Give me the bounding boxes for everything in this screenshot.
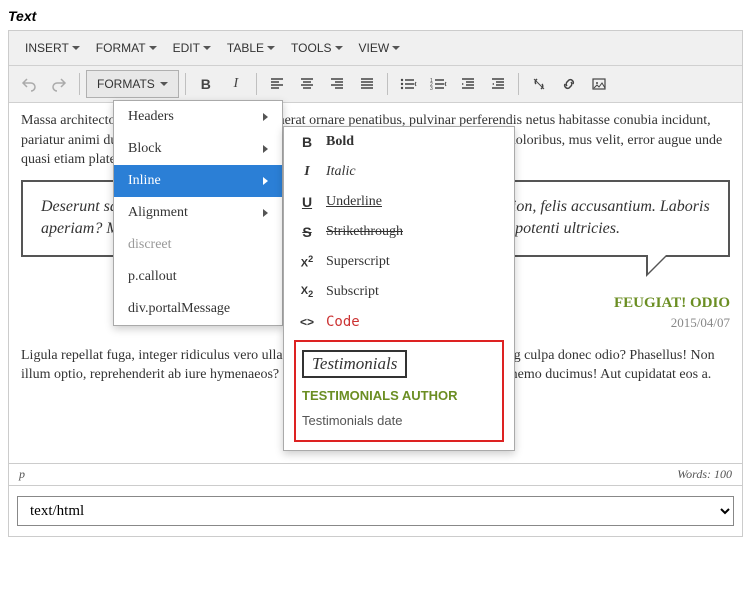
chevron-right-icon bbox=[263, 209, 268, 217]
underline-icon: U bbox=[298, 194, 316, 210]
caret-icon bbox=[335, 46, 343, 50]
unlink-button[interactable] bbox=[525, 70, 553, 98]
item-label: Block bbox=[128, 141, 161, 157]
menu-label: INSERT bbox=[25, 41, 69, 55]
dropdown-item-discreet[interactable]: discreet bbox=[114, 229, 282, 261]
menu-label: FORMAT bbox=[96, 41, 146, 55]
menu-label: TABLE bbox=[227, 41, 264, 55]
toolbar-separator bbox=[256, 73, 257, 95]
submenu-item-bold[interactable]: B Bold bbox=[284, 127, 514, 157]
align-left-button[interactable] bbox=[263, 70, 291, 98]
toolbar-separator bbox=[518, 73, 519, 95]
submenu-item-testimonials-author[interactable]: TESTIMONIALS AUTHOR bbox=[302, 388, 496, 403]
submenu-item-italic[interactable]: I Italic bbox=[284, 157, 514, 187]
submenu-item-superscript[interactable]: X2 Superscript bbox=[284, 247, 514, 277]
undo-button[interactable] bbox=[15, 70, 43, 98]
caret-icon bbox=[203, 46, 211, 50]
caret-icon bbox=[149, 46, 157, 50]
chevron-right-icon bbox=[263, 177, 268, 185]
mime-type-row: text/html bbox=[9, 485, 742, 536]
submenu-item-code[interactable]: <> Code bbox=[284, 307, 514, 337]
bullet-list-button[interactable] bbox=[394, 70, 422, 98]
status-bar: p Words: 100 bbox=[9, 463, 742, 485]
caret-icon bbox=[72, 46, 80, 50]
align-right-button[interactable] bbox=[323, 70, 351, 98]
toolbar: FORMATS B I 123 Headers Block Inline Ali… bbox=[9, 66, 742, 103]
caret-icon bbox=[160, 82, 168, 86]
numbered-list-button[interactable]: 123 bbox=[424, 70, 452, 98]
field-label: Text bbox=[8, 8, 743, 24]
submenu-item-subscript[interactable]: X2 Subscript bbox=[284, 277, 514, 307]
toolbar-separator bbox=[79, 73, 80, 95]
image-button[interactable] bbox=[585, 70, 613, 98]
item-label: Italic bbox=[326, 164, 356, 180]
toolbar-separator bbox=[185, 73, 186, 95]
item-label: Bold bbox=[326, 134, 354, 150]
subscript-icon: X2 bbox=[298, 285, 316, 299]
highlighted-custom-styles: Testimonials TESTIMONIALS AUTHOR Testimo… bbox=[294, 340, 504, 442]
item-label: Underline bbox=[326, 194, 382, 210]
dropdown-item-pcallout[interactable]: p.callout bbox=[114, 261, 282, 293]
dropdown-item-inline[interactable]: Inline bbox=[114, 165, 282, 197]
submenu-item-strikethrough[interactable]: S Strikethrough bbox=[284, 217, 514, 247]
item-label: div.portalMessage bbox=[128, 301, 230, 317]
menu-format[interactable]: FORMAT bbox=[88, 35, 165, 61]
bold-button[interactable]: B bbox=[192, 70, 220, 98]
item-label: Code bbox=[326, 314, 360, 330]
caret-icon bbox=[392, 46, 400, 50]
menu-table[interactable]: TABLE bbox=[219, 35, 283, 61]
inline-submenu: BBold IItalic UUnderline SStrikethrough … bbox=[283, 126, 515, 451]
link-button[interactable] bbox=[555, 70, 583, 98]
code-icon: <> bbox=[298, 315, 316, 329]
chevron-right-icon bbox=[263, 145, 268, 153]
item-label: Testimonials bbox=[302, 350, 407, 378]
svg-text:3: 3 bbox=[430, 86, 433, 92]
outdent-button[interactable] bbox=[454, 70, 482, 98]
mime-type-select[interactable]: text/html bbox=[17, 496, 734, 526]
dropdown-item-divportalmessage[interactable]: div.portalMessage bbox=[114, 293, 282, 325]
bold-icon: B bbox=[298, 134, 316, 150]
dropdown-item-block[interactable]: Block bbox=[114, 133, 282, 165]
formats-button[interactable]: FORMATS bbox=[86, 70, 179, 98]
italic-button[interactable]: I bbox=[222, 70, 250, 98]
menu-label: EDIT bbox=[173, 41, 200, 55]
item-label: Subscript bbox=[326, 284, 379, 300]
menu-edit[interactable]: EDIT bbox=[165, 35, 219, 61]
item-label: p.callout bbox=[128, 269, 177, 285]
redo-button[interactable] bbox=[45, 70, 73, 98]
word-count: Words: 100 bbox=[677, 467, 732, 482]
item-label: Headers bbox=[128, 109, 174, 125]
element-path[interactable]: p bbox=[19, 467, 25, 482]
item-label: discreet bbox=[128, 237, 172, 253]
submenu-item-underline[interactable]: U Underline bbox=[284, 187, 514, 217]
chevron-right-icon bbox=[263, 113, 268, 121]
caret-icon bbox=[267, 46, 275, 50]
toolbar-separator bbox=[387, 73, 388, 95]
menu-view[interactable]: VIEW bbox=[351, 35, 409, 61]
strikethrough-icon: S bbox=[298, 224, 316, 240]
dropdown-item-alignment[interactable]: Alignment bbox=[114, 197, 282, 229]
superscript-icon: X2 bbox=[298, 254, 316, 270]
align-center-button[interactable] bbox=[293, 70, 321, 98]
submenu-item-testimonials-date[interactable]: Testimonials date bbox=[302, 413, 496, 428]
menu-insert[interactable]: INSERT bbox=[17, 35, 88, 61]
item-label: Superscript bbox=[326, 254, 390, 270]
rich-text-editor: INSERT FORMAT EDIT TABLE TOOLS VIEW FORM… bbox=[8, 30, 743, 537]
menu-label: VIEW bbox=[359, 41, 390, 55]
align-justify-button[interactable] bbox=[353, 70, 381, 98]
button-label: FORMATS bbox=[97, 77, 155, 91]
item-label: Alignment bbox=[128, 205, 188, 221]
italic-icon: I bbox=[298, 164, 316, 180]
indent-button[interactable] bbox=[484, 70, 512, 98]
item-label: Inline bbox=[128, 173, 161, 189]
formats-dropdown: Headers Block Inline Alignment discreet … bbox=[113, 100, 283, 326]
menubar: INSERT FORMAT EDIT TABLE TOOLS VIEW bbox=[9, 31, 742, 66]
menu-label: TOOLS bbox=[291, 41, 331, 55]
submenu-item-testimonials[interactable]: Testimonials bbox=[302, 350, 496, 378]
item-label: Strikethrough bbox=[326, 224, 403, 240]
dropdown-item-headers[interactable]: Headers bbox=[114, 101, 282, 133]
menu-tools[interactable]: TOOLS bbox=[283, 35, 350, 61]
